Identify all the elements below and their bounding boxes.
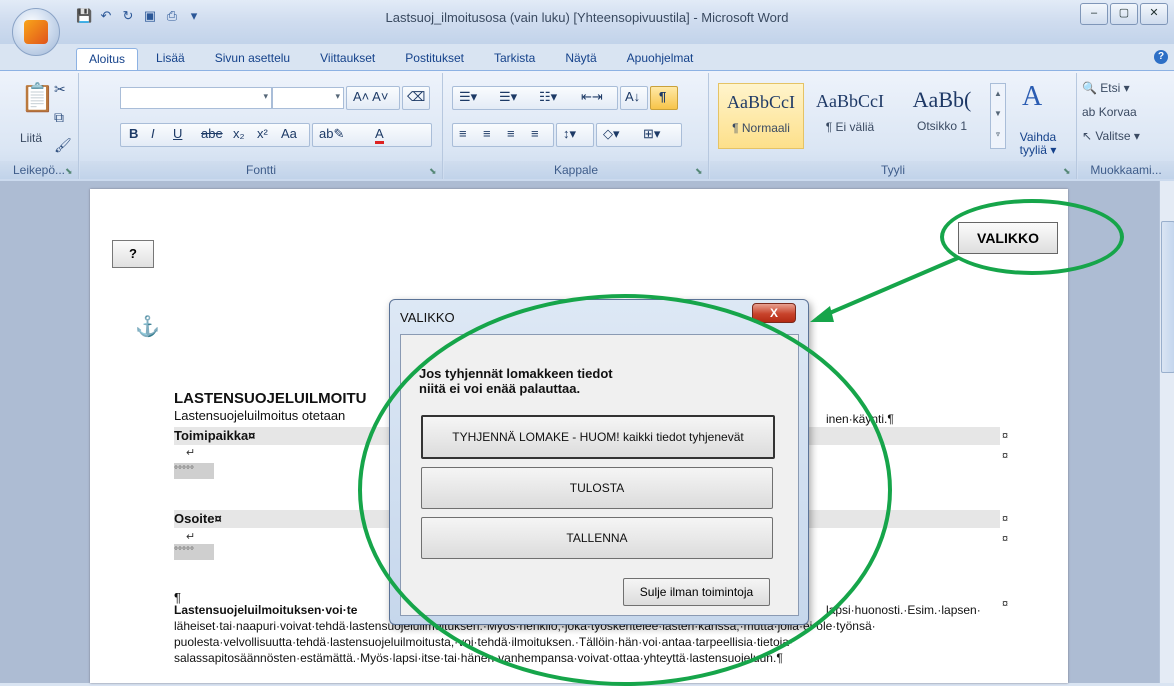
arrow-line bbox=[817, 256, 959, 320]
annotation-arrow bbox=[810, 256, 959, 322]
office-logo-icon bbox=[24, 20, 48, 44]
office-button[interactable] bbox=[12, 8, 60, 56]
arrow-head bbox=[810, 306, 834, 322]
